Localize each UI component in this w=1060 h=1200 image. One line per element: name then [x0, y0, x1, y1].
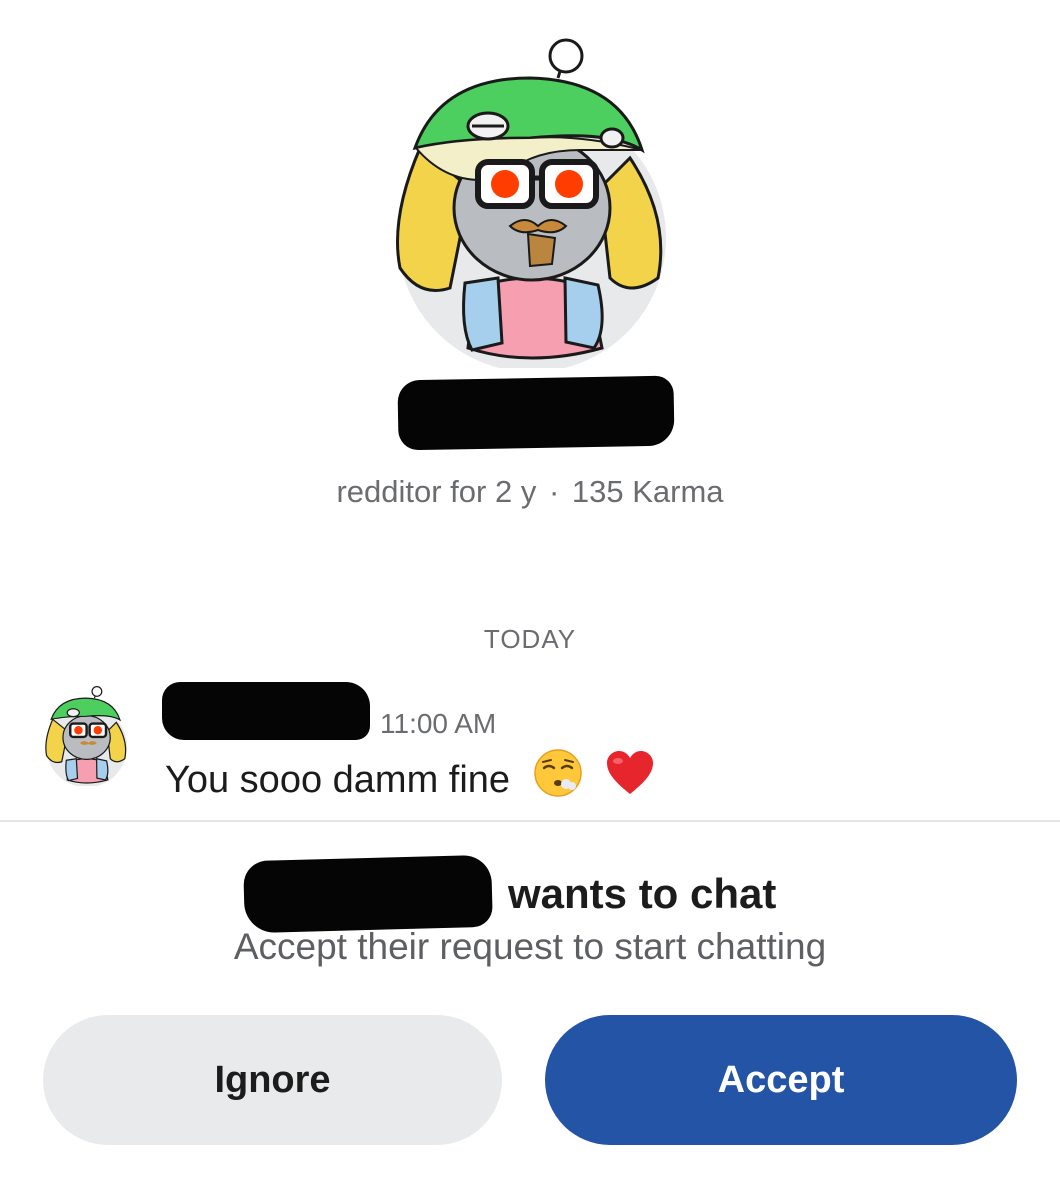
- requester-name-redacted: [243, 854, 493, 934]
- request-subtitle: Accept their request to start chatting: [233, 926, 827, 967]
- account-age: redditor for 2 y: [336, 474, 537, 509]
- message-timestamp: 11:00 AM: [380, 708, 497, 739]
- section-divider: [0, 820, 1060, 822]
- red-heart-emoji: [605, 750, 655, 806]
- accept-button[interactable]: Accept: [545, 1015, 1017, 1145]
- ignore-button[interactable]: Ignore: [43, 1015, 502, 1145]
- message-body: You sooo damm fine: [165, 749, 655, 812]
- message-avatar[interactable]: [38, 686, 134, 788]
- profile-avatar[interactable]: [380, 38, 680, 372]
- profile-meta: redditor for 2 y · 135 Karma: [0, 474, 1060, 510]
- username-redacted: [397, 375, 675, 451]
- snoo-avatar-icon: [396, 38, 666, 372]
- snoo-avatar-small-icon: [45, 686, 128, 788]
- message-text: You sooo damm fine: [165, 759, 511, 802]
- sender-name-redacted: [162, 682, 370, 740]
- request-title: wants to chat: [508, 870, 777, 917]
- meta-separator: ·: [548, 474, 560, 509]
- face-exhaling-emoji: [533, 748, 583, 808]
- day-separator: TODAY: [483, 624, 577, 654]
- karma-count: 135 Karma: [571, 474, 724, 509]
